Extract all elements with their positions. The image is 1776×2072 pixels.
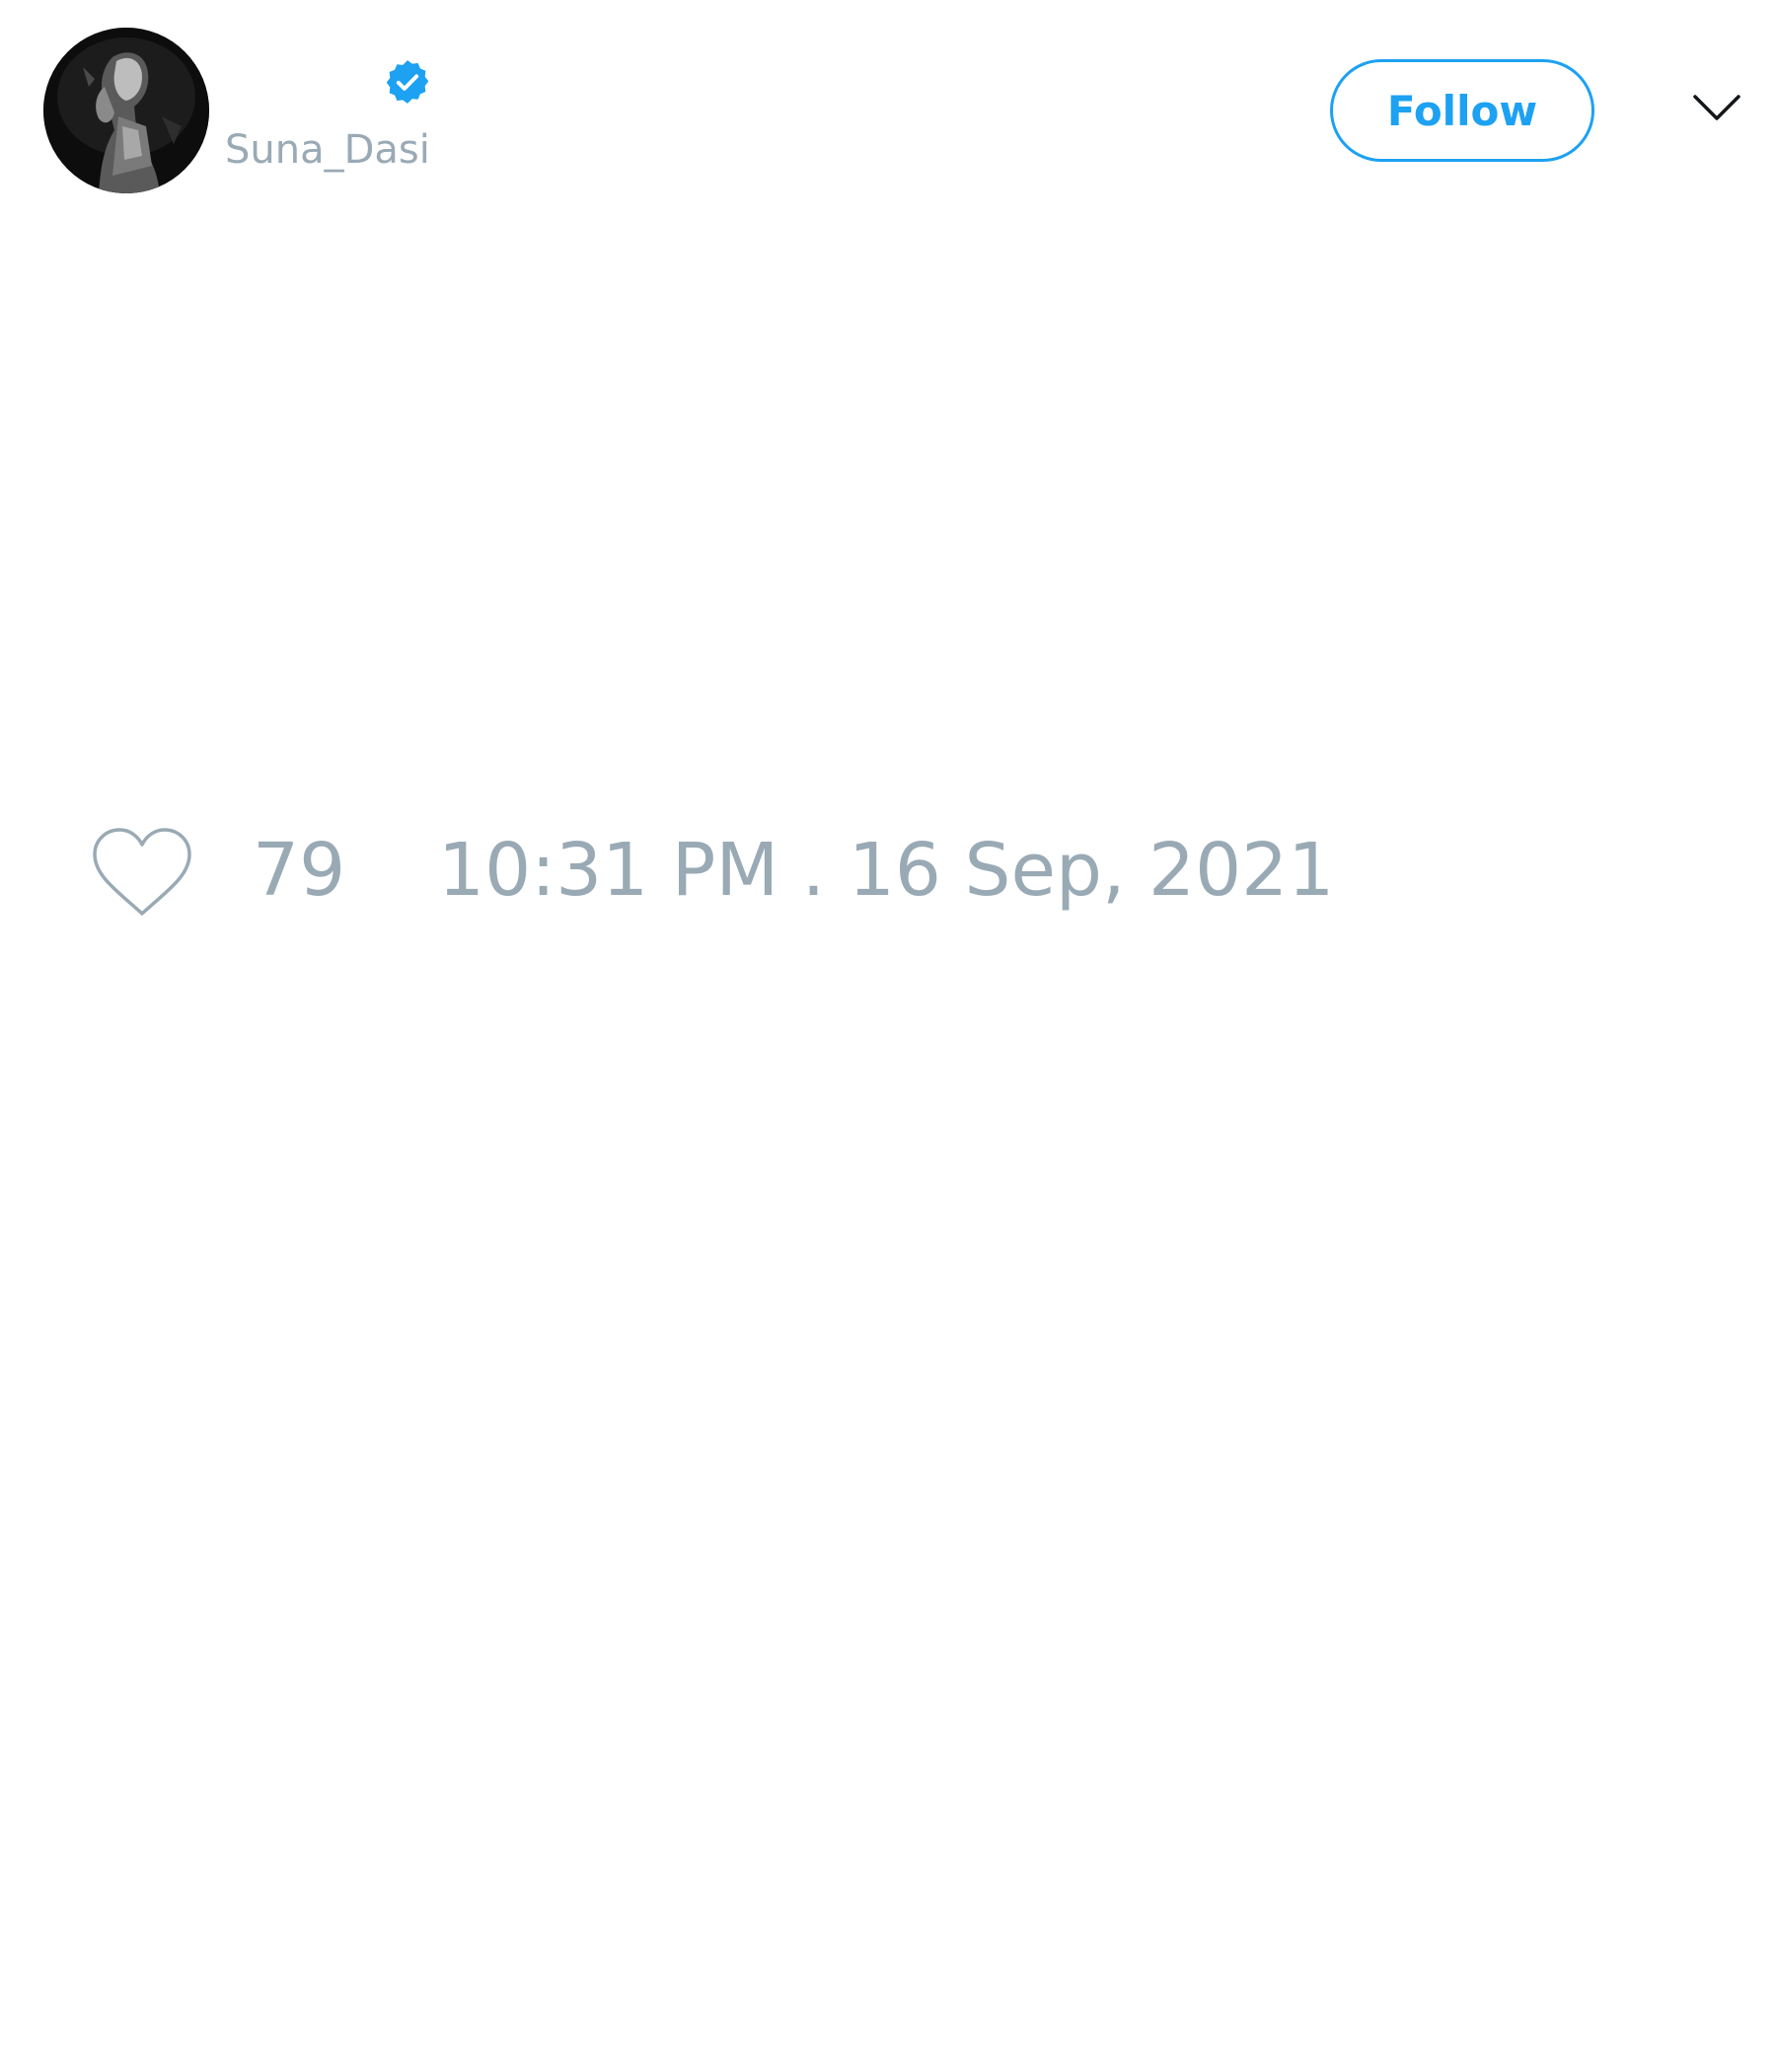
avatar[interactable] [43, 28, 209, 193]
heart-icon[interactable] [89, 825, 195, 920]
follow-button[interactable]: Follow [1330, 59, 1594, 162]
tweet-footer: 79 10:31 PM . 16 Sep, 2021 [0, 809, 1776, 927]
author-name-row [225, 55, 383, 111]
verified-badge-icon [386, 60, 429, 104]
tweet-header: Suna_Dasi Follow [0, 0, 1776, 217]
avatar-photo [43, 28, 209, 193]
tweet-timestamp[interactable]: 10:31 PM . 16 Sep, 2021 [438, 827, 1334, 914]
chevron-down-icon[interactable] [1689, 89, 1744, 128]
like-count: 79 [253, 828, 346, 913]
author-handle[interactable]: Suna_Dasi [225, 122, 430, 178]
tweet-embed-card: Suna_Dasi Follow 79 10:31 PM . 16 Sep, 2… [0, 0, 1776, 2072]
